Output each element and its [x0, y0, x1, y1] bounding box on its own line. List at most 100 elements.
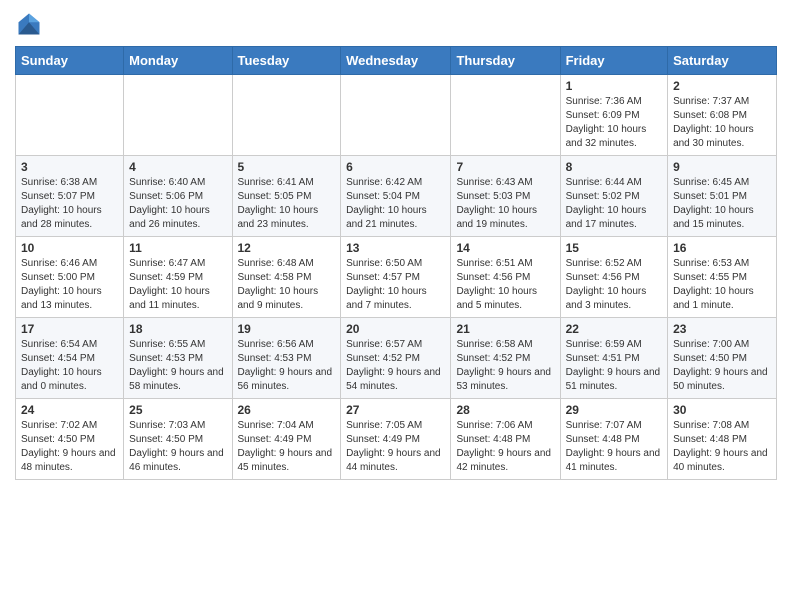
calendar-day-cell: 2 Sunrise: 7:37 AM Sunset: 6:08 PM Daylig…	[668, 75, 777, 156]
calendar-day-cell: 3 Sunrise: 6:38 AM Sunset: 5:07 PM Daylig…	[16, 156, 124, 237]
day-info: Sunrise: 7:00 AM Sunset: 4:50 PM Dayligh…	[673, 338, 771, 394]
weekday-header-monday: Monday	[124, 47, 232, 75]
day-info: Sunrise: 6:38 AM Sunset: 5:07 PM Dayligh…	[21, 176, 118, 232]
day-info: Sunrise: 6:44 AM Sunset: 5:02 PM Dayligh…	[566, 176, 662, 232]
calendar-day-cell: 4 Sunrise: 6:40 AM Sunset: 5:06 PM Daylig…	[124, 156, 232, 237]
calendar-day-cell: 23Sunrise: 7:00 AM Sunset: 4:50 PM Dayli…	[668, 318, 777, 399]
weekday-header-sunday: Sunday	[16, 47, 124, 75]
day-info: Sunrise: 6:40 AM Sunset: 5:06 PM Dayligh…	[129, 176, 226, 232]
weekday-header-tuesday: Tuesday	[232, 47, 341, 75]
calendar-day-cell: 20Sunrise: 6:57 AM Sunset: 4:52 PM Dayli…	[341, 318, 451, 399]
weekday-header-row: SundayMondayTuesdayWednesdayThursdayFrid…	[16, 47, 777, 75]
calendar-day-cell: 9Sunrise: 6:45 AM Sunset: 5:01 PM Daylig…	[668, 156, 777, 237]
day-info: Sunrise: 6:56 AM Sunset: 4:53 PM Dayligh…	[238, 338, 336, 394]
day-info: Sunrise: 6:58 AM Sunset: 4:52 PM Dayligh…	[456, 338, 554, 394]
calendar-day-cell: 7 Sunrise: 6:43 AM Sunset: 5:03 PM Daylig…	[451, 156, 560, 237]
day-number: 21	[456, 322, 554, 336]
calendar-table: SundayMondayTuesdayWednesdayThursdayFrid…	[15, 46, 777, 480]
weekday-header-friday: Friday	[560, 47, 667, 75]
day-info: Sunrise: 6:52 AM Sunset: 4:56 PM Dayligh…	[566, 257, 662, 313]
calendar-day-cell: 15Sunrise: 6:52 AM Sunset: 4:56 PM Dayli…	[560, 237, 667, 318]
calendar-week-row: 17 Sunrise: 6:54 AM Sunset: 4:54 PM Dayli…	[16, 318, 777, 399]
weekday-header-thursday: Thursday	[451, 47, 560, 75]
day-info: Sunrise: 6:42 AM Sunset: 5:04 PM Dayligh…	[346, 176, 445, 232]
calendar-day-cell: 30 Sunrise: 7:08 AM Sunset: 4:48 PM Dayli…	[668, 399, 777, 480]
day-number: 9	[673, 160, 771, 174]
day-info: Sunrise: 6:48 AM Sunset: 4:58 PM Dayligh…	[238, 257, 336, 313]
day-info: Sunrise: 6:47 AM Sunset: 4:59 PM Dayligh…	[129, 257, 226, 313]
page-container: SundayMondayTuesdayWednesdayThursdayFrid…	[0, 0, 792, 490]
calendar-day-cell: 18Sunrise: 6:55 AM Sunset: 4:53 PM Dayli…	[124, 318, 232, 399]
weekday-header-wednesday: Wednesday	[341, 47, 451, 75]
calendar-day-cell: 17 Sunrise: 6:54 AM Sunset: 4:54 PM Dayli…	[16, 318, 124, 399]
calendar-day-cell: 19 Sunrise: 6:56 AM Sunset: 4:53 PM Dayli…	[232, 318, 341, 399]
day-number: 8	[566, 160, 662, 174]
weekday-header-saturday: Saturday	[668, 47, 777, 75]
calendar-week-row: 10 Sunrise: 6:46 AM Sunset: 5:00 PM Dayli…	[16, 237, 777, 318]
day-number: 3	[21, 160, 118, 174]
day-number: 26	[238, 403, 336, 417]
day-info: Sunrise: 6:59 AM Sunset: 4:51 PM Dayligh…	[566, 338, 662, 394]
day-number: 28	[456, 403, 554, 417]
day-info: Sunrise: 7:03 AM Sunset: 4:50 PM Dayligh…	[129, 419, 226, 475]
calendar-day-cell	[451, 75, 560, 156]
day-info: Sunrise: 7:07 AM Sunset: 4:48 PM Dayligh…	[566, 419, 662, 475]
day-number: 13	[346, 241, 445, 255]
day-info: Sunrise: 7:04 AM Sunset: 4:49 PM Dayligh…	[238, 419, 336, 475]
day-info: Sunrise: 6:57 AM Sunset: 4:52 PM Dayligh…	[346, 338, 445, 394]
day-info: Sunrise: 6:41 AM Sunset: 5:05 PM Dayligh…	[238, 176, 336, 232]
calendar-day-cell	[232, 75, 341, 156]
calendar-day-cell: 24 Sunrise: 7:02 AM Sunset: 4:50 PM Dayli…	[16, 399, 124, 480]
calendar-day-cell: 27Sunrise: 7:05 AM Sunset: 4:49 PM Dayli…	[341, 399, 451, 480]
day-info: Sunrise: 6:43 AM Sunset: 5:03 PM Dayligh…	[456, 176, 554, 232]
calendar-day-cell: 21 Sunrise: 6:58 AM Sunset: 4:52 PM Dayli…	[451, 318, 560, 399]
calendar-week-row: 1 Sunrise: 7:36 AM Sunset: 6:09 PM Daylig…	[16, 75, 777, 156]
day-number: 4	[129, 160, 226, 174]
day-number: 27	[346, 403, 445, 417]
day-info: Sunrise: 7:02 AM Sunset: 4:50 PM Dayligh…	[21, 419, 118, 475]
day-number: 25	[129, 403, 226, 417]
calendar-day-cell: 22 Sunrise: 6:59 AM Sunset: 4:51 PM Dayli…	[560, 318, 667, 399]
day-number: 16	[673, 241, 771, 255]
calendar-day-cell	[341, 75, 451, 156]
day-number: 17	[21, 322, 118, 336]
day-number: 7	[456, 160, 554, 174]
calendar-day-cell	[124, 75, 232, 156]
calendar-day-cell: 5 Sunrise: 6:41 AM Sunset: 5:05 PM Daylig…	[232, 156, 341, 237]
day-info: Sunrise: 7:06 AM Sunset: 4:48 PM Dayligh…	[456, 419, 554, 475]
calendar-week-row: 3 Sunrise: 6:38 AM Sunset: 5:07 PM Daylig…	[16, 156, 777, 237]
day-info: Sunrise: 7:37 AM Sunset: 6:08 PM Dayligh…	[673, 95, 771, 151]
day-number: 24	[21, 403, 118, 417]
calendar-day-cell: 25 Sunrise: 7:03 AM Sunset: 4:50 PM Dayli…	[124, 399, 232, 480]
day-number: 6	[346, 160, 445, 174]
calendar-week-row: 24 Sunrise: 7:02 AM Sunset: 4:50 PM Dayli…	[16, 399, 777, 480]
calendar-day-cell: 10 Sunrise: 6:46 AM Sunset: 5:00 PM Dayli…	[16, 237, 124, 318]
day-info: Sunrise: 6:50 AM Sunset: 4:57 PM Dayligh…	[346, 257, 445, 313]
day-number: 22	[566, 322, 662, 336]
calendar-day-cell: 13 Sunrise: 6:50 AM Sunset: 4:57 PM Dayli…	[341, 237, 451, 318]
day-number: 14	[456, 241, 554, 255]
calendar-day-cell: 16Sunrise: 6:53 AM Sunset: 4:55 PM Dayli…	[668, 237, 777, 318]
day-number: 19	[238, 322, 336, 336]
day-number: 12	[238, 241, 336, 255]
day-number: 10	[21, 241, 118, 255]
day-info: Sunrise: 6:46 AM Sunset: 5:00 PM Dayligh…	[21, 257, 118, 313]
calendar-day-cell: 12 Sunrise: 6:48 AM Sunset: 4:58 PM Dayli…	[232, 237, 341, 318]
day-info: Sunrise: 6:51 AM Sunset: 4:56 PM Dayligh…	[456, 257, 554, 313]
day-info: Sunrise: 6:55 AM Sunset: 4:53 PM Dayligh…	[129, 338, 226, 394]
day-number: 5	[238, 160, 336, 174]
calendar-day-cell: 1 Sunrise: 7:36 AM Sunset: 6:09 PM Daylig…	[560, 75, 667, 156]
day-number: 29	[566, 403, 662, 417]
calendar-day-cell: 6 Sunrise: 6:42 AM Sunset: 5:04 PM Daylig…	[341, 156, 451, 237]
calendar-day-cell: 28 Sunrise: 7:06 AM Sunset: 4:48 PM Dayli…	[451, 399, 560, 480]
day-info: Sunrise: 7:36 AM Sunset: 6:09 PM Dayligh…	[566, 95, 662, 151]
day-number: 11	[129, 241, 226, 255]
calendar-day-cell: 29 Sunrise: 7:07 AM Sunset: 4:48 PM Dayli…	[560, 399, 667, 480]
day-number: 2	[673, 79, 771, 93]
day-info: Sunrise: 6:54 AM Sunset: 4:54 PM Dayligh…	[21, 338, 118, 394]
day-number: 30	[673, 403, 771, 417]
calendar-day-cell: 26 Sunrise: 7:04 AM Sunset: 4:49 PM Dayli…	[232, 399, 341, 480]
day-number: 1	[566, 79, 662, 93]
day-info: Sunrise: 7:08 AM Sunset: 4:48 PM Dayligh…	[673, 419, 771, 475]
logo	[15, 10, 47, 38]
